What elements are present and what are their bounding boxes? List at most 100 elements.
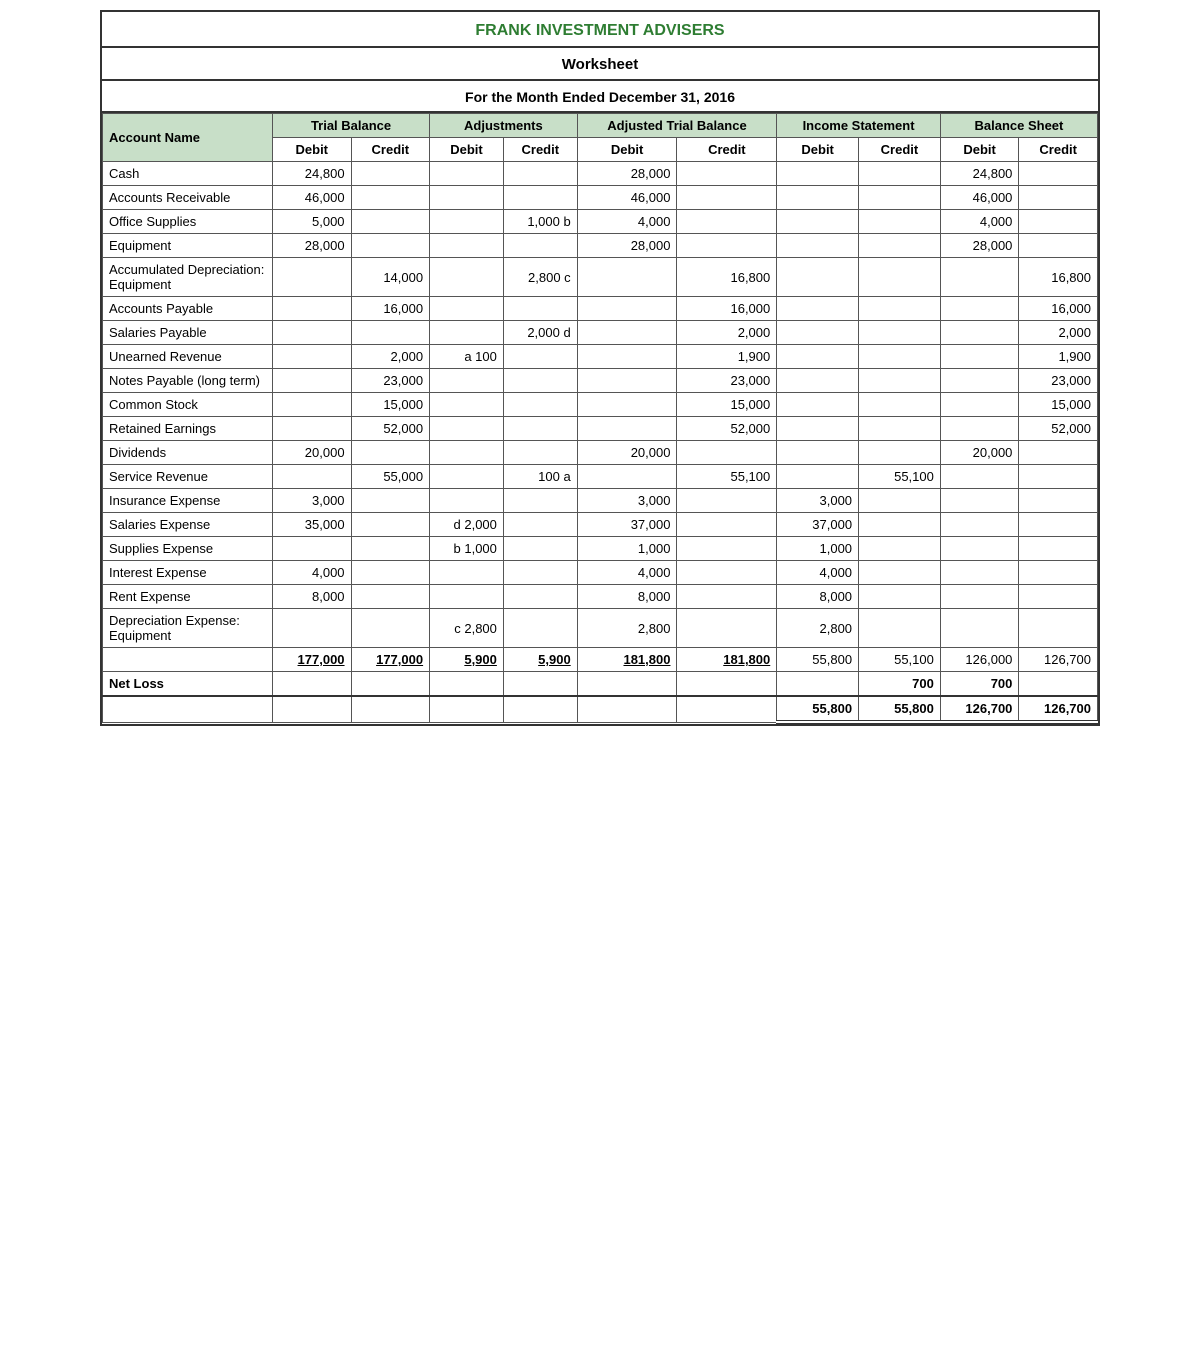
cell: Rent Expense (103, 585, 273, 609)
cell: Interest Expense (103, 561, 273, 585)
cell: c 2,800 (430, 609, 504, 648)
final-total-cell: 55,800 (859, 696, 941, 722)
cell (577, 417, 677, 441)
total-cell: 181,800 (677, 648, 777, 672)
cell (940, 369, 1019, 393)
cell: Service Revenue (103, 465, 273, 489)
cell (1019, 186, 1098, 210)
cell (351, 162, 430, 186)
cell (940, 345, 1019, 369)
final-total-cell (577, 696, 677, 722)
cell: 14,000 (351, 258, 430, 297)
cell (503, 393, 577, 417)
cell (859, 321, 941, 345)
is-credit: Credit (859, 138, 941, 162)
cell (859, 234, 941, 258)
tb-credit: Credit (351, 138, 430, 162)
cell (577, 321, 677, 345)
cell (430, 585, 504, 609)
table-row: Accounts Receivable46,00046,00046,000 (103, 186, 1098, 210)
cell (859, 561, 941, 585)
cell: 52,000 (351, 417, 430, 441)
cell (577, 345, 677, 369)
cell: Dividends (103, 441, 273, 465)
cell: 1,000 b (503, 210, 577, 234)
net-loss-cell: 700 (940, 672, 1019, 697)
cell: 100 a (503, 465, 577, 489)
cell (503, 585, 577, 609)
table-row: Rent Expense8,0008,0008,000 (103, 585, 1098, 609)
atb-credit: Credit (677, 138, 777, 162)
col-trial-balance: Trial Balance (273, 114, 430, 138)
cell (677, 537, 777, 561)
cell: 23,000 (1019, 369, 1098, 393)
cell (777, 234, 859, 258)
cell (430, 297, 504, 321)
cell (940, 609, 1019, 648)
total-cell: 126,700 (1019, 648, 1098, 672)
cell: 16,000 (677, 297, 777, 321)
cell (777, 162, 859, 186)
cell: 46,000 (940, 186, 1019, 210)
cell: 16,000 (351, 297, 430, 321)
cell (430, 162, 504, 186)
total-cell: 55,800 (777, 648, 859, 672)
total-cell: 55,100 (859, 648, 941, 672)
cell: 24,800 (940, 162, 1019, 186)
cell: 28,000 (940, 234, 1019, 258)
cell (430, 321, 504, 345)
cell: 20,000 (273, 441, 352, 465)
cell (1019, 441, 1098, 465)
bs-debit: Debit (940, 138, 1019, 162)
cell (777, 465, 859, 489)
net-loss-cell (1019, 672, 1098, 697)
cell: 23,000 (677, 369, 777, 393)
cell: 28,000 (273, 234, 352, 258)
net-loss-cell: Net Loss (103, 672, 273, 697)
cell (940, 417, 1019, 441)
cell (503, 417, 577, 441)
table-row: Common Stock15,00015,00015,000 (103, 393, 1098, 417)
cell (503, 561, 577, 585)
cell (503, 369, 577, 393)
total-cell: 177,000 (273, 648, 352, 672)
net-loss-cell (677, 672, 777, 697)
cell (577, 393, 677, 417)
cell: 35,000 (273, 513, 352, 537)
cell (430, 489, 504, 513)
cell: 23,000 (351, 369, 430, 393)
cell: 16,800 (1019, 258, 1098, 297)
cell (430, 234, 504, 258)
cell (351, 441, 430, 465)
cell: 5,000 (273, 210, 352, 234)
cell (430, 186, 504, 210)
cell (273, 465, 352, 489)
cell (351, 513, 430, 537)
final-total-cell: 55,800 (777, 696, 859, 722)
cell: 16,800 (677, 258, 777, 297)
cell (503, 609, 577, 648)
cell (273, 297, 352, 321)
net-loss-cell (777, 672, 859, 697)
total-cell (103, 648, 273, 672)
cell (273, 393, 352, 417)
cell (1019, 513, 1098, 537)
table-row: Unearned Revenue2,000a 1001,9001,900 (103, 345, 1098, 369)
cell: 55,100 (677, 465, 777, 489)
cell (273, 321, 352, 345)
cell: a 100 (430, 345, 504, 369)
cell (503, 489, 577, 513)
cell (859, 609, 941, 648)
totals-row: 177,000177,0005,9005,900181,800181,80055… (103, 648, 1098, 672)
worksheet-container: FRANK INVESTMENT ADVISERS Worksheet For … (100, 10, 1100, 726)
cell (677, 210, 777, 234)
cell (777, 186, 859, 210)
cell (859, 441, 941, 465)
cell (677, 162, 777, 186)
table-row: Insurance Expense3,0003,0003,000 (103, 489, 1098, 513)
cell (273, 417, 352, 441)
cell (859, 513, 941, 537)
final-total-cell (430, 696, 504, 722)
cell: b 1,000 (430, 537, 504, 561)
cell (777, 417, 859, 441)
